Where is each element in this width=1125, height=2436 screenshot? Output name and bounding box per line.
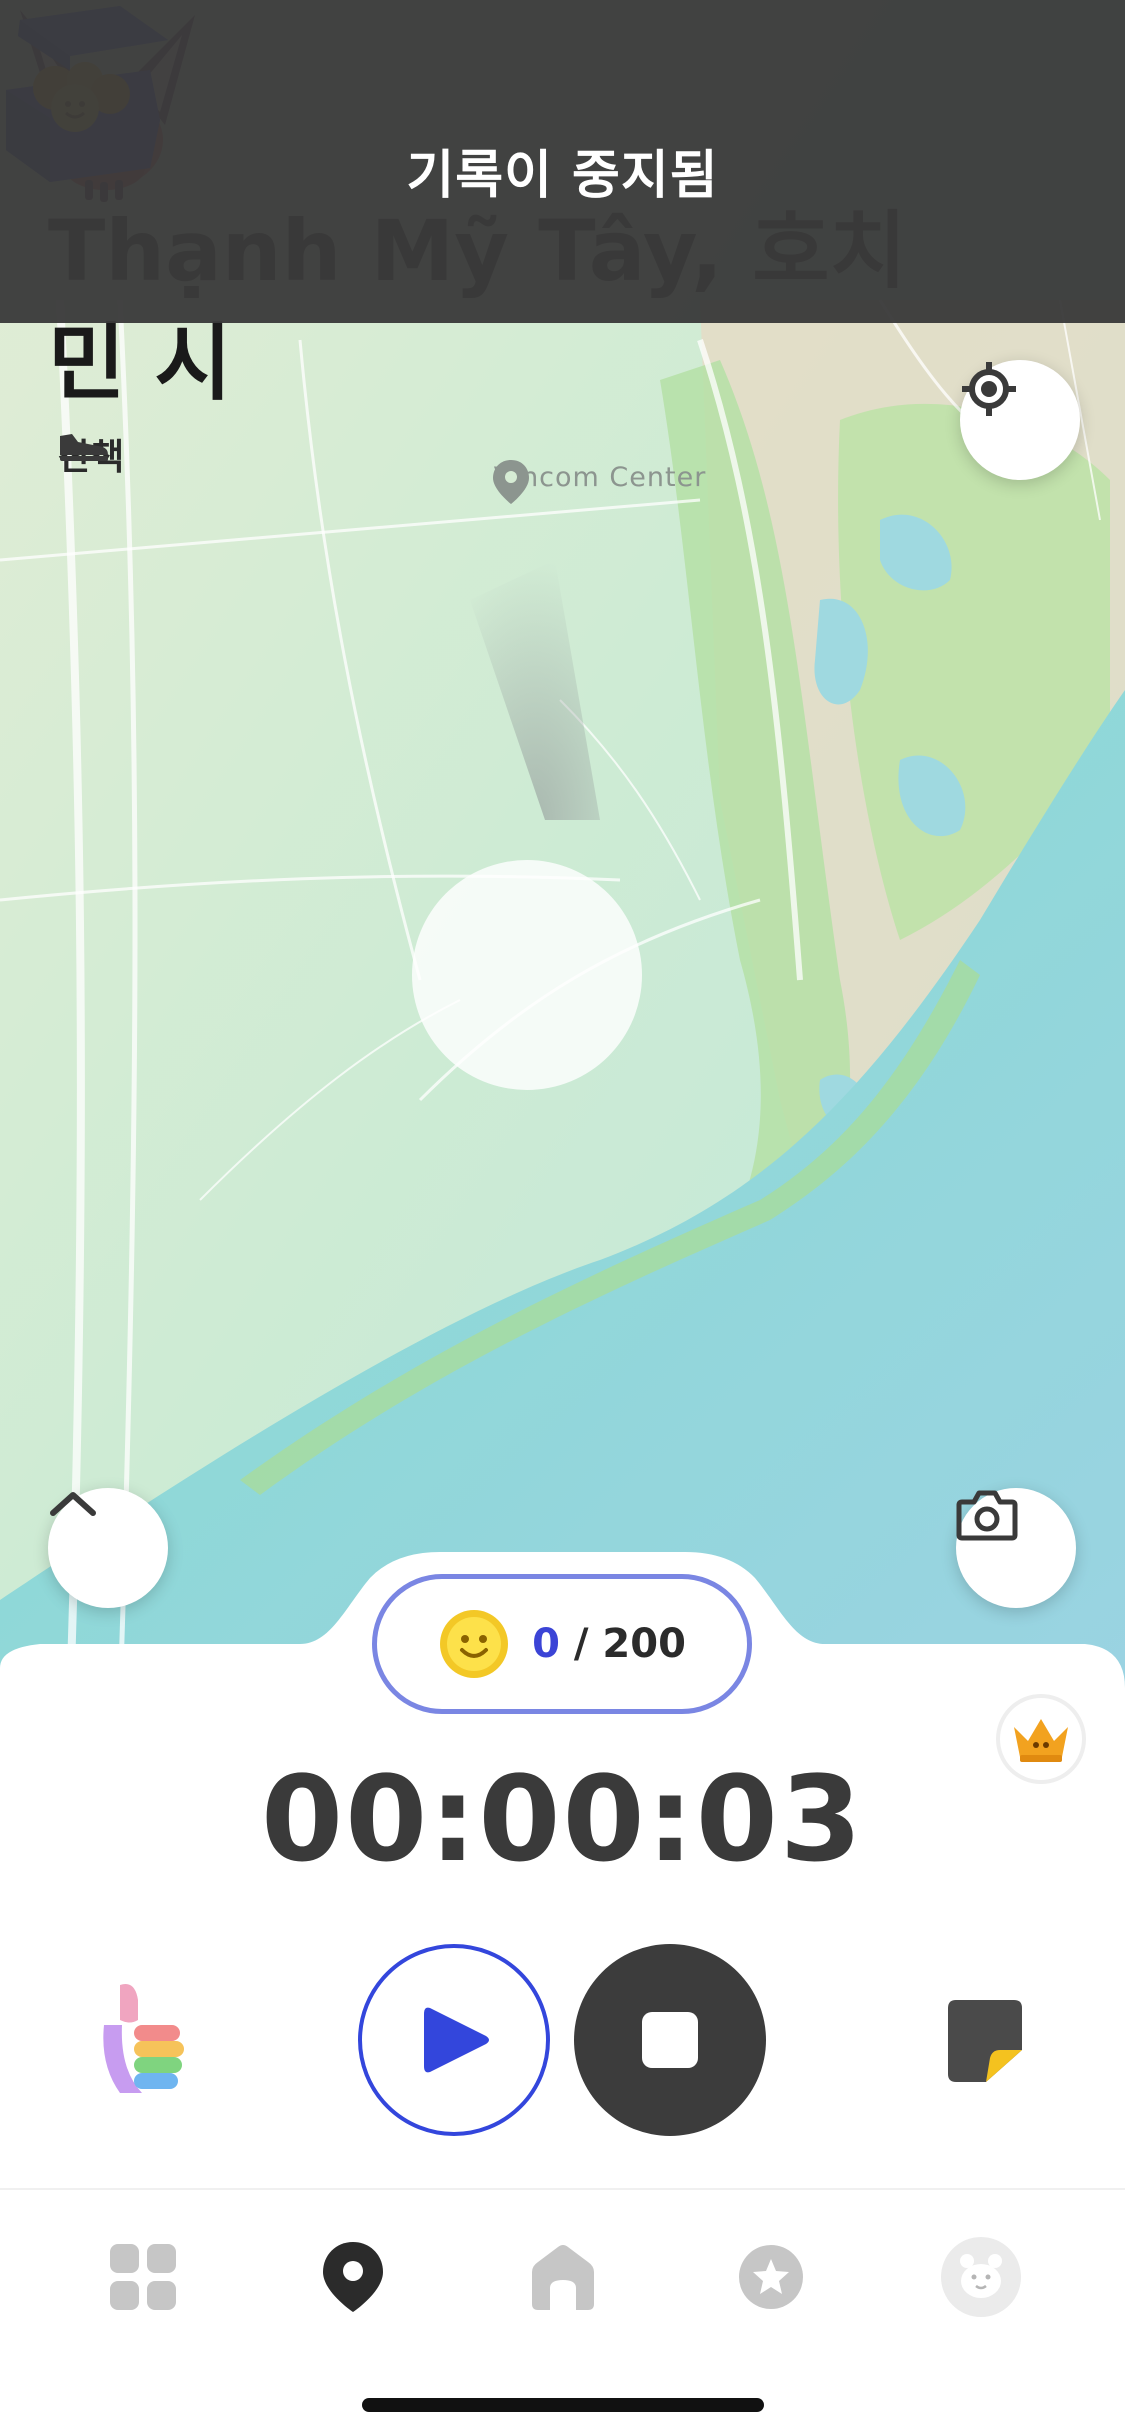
coin-goal: 200 (602, 1621, 686, 1667)
map-pin-icon (493, 460, 529, 504)
camera-icon (956, 1490, 1018, 1541)
rainbow-thumbs-up-button[interactable] (90, 1975, 200, 2105)
crosshair-icon (962, 362, 1016, 416)
poi-vincom-center[interactable]: Vincom Center (490, 458, 710, 504)
star-badge-icon (739, 2245, 803, 2309)
stop-button[interactable] (574, 1944, 766, 2136)
tab-badges[interactable] (726, 2232, 816, 2322)
tab-home[interactable] (518, 2232, 608, 2322)
coin-separator: / (559, 1621, 603, 1667)
map-pin-icon (323, 2242, 383, 2312)
sticker-icon (948, 2000, 1022, 2082)
activity-type: 산책 (58, 428, 124, 480)
rainbow-thumbs-up-icon (103, 1984, 184, 2093)
home-indicator (362, 2398, 764, 2412)
chevron-up-icon (50, 1492, 96, 1516)
tab-map[interactable] (308, 2232, 398, 2322)
coin-count: 0 / 200 (532, 1621, 686, 1667)
play-icon (424, 2007, 489, 2073)
grid-icon (110, 2244, 176, 2310)
smiley-coin-icon (440, 1610, 509, 1678)
stop-icon (642, 2012, 698, 2068)
tab-profile[interactable] (936, 2232, 1026, 2322)
elapsed-timer: 00:00:03 (260, 1750, 864, 1888)
coin-current: 0 (532, 1621, 560, 1667)
locate-me-button[interactable] (960, 360, 1080, 480)
coin-progress-pill[interactable]: 0 / 200 (372, 1574, 752, 1714)
home-icon (532, 2245, 594, 2310)
tab-menu[interactable] (98, 2232, 188, 2322)
recording-stopped-toast: 기록이 중지됨 (0, 0, 1125, 323)
sticker-button[interactable] (940, 1990, 1030, 2090)
shoe-icon (60, 434, 108, 461)
bear-face-icon (941, 2237, 1021, 2317)
toast-text: 기록이 중지됨 (406, 146, 719, 206)
resume-button[interactable] (358, 1944, 550, 2136)
